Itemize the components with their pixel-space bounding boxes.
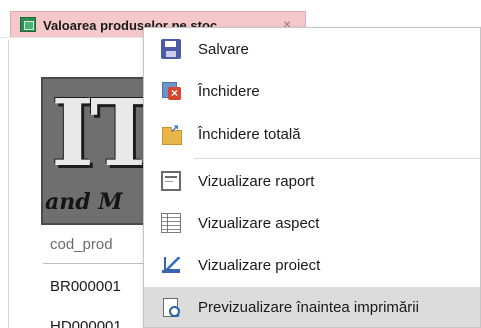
menu-separator xyxy=(194,158,480,159)
company-logo: IT and M xyxy=(41,77,151,225)
report-icon xyxy=(20,17,36,32)
layout-view-icon xyxy=(161,213,181,233)
header-separator xyxy=(43,263,153,264)
logo-main-text: IT xyxy=(51,79,151,187)
menu-item-label: Vizualizare raport xyxy=(198,173,315,190)
menu-item-report-view[interactable]: Vizualizare raport xyxy=(144,161,480,201)
menu-item-label: Previzualizare înaintea imprimării xyxy=(198,299,419,316)
report-border xyxy=(8,40,9,328)
logo-sub-text: and M xyxy=(45,189,123,215)
menu-item-label: Vizualizare aspect xyxy=(198,215,320,232)
menu-item-close[interactable]: Închidere xyxy=(144,71,480,111)
menu-item-design-view[interactable]: Vizualizare proiect xyxy=(144,245,480,285)
design-view-icon xyxy=(161,255,181,275)
menu-item-save[interactable]: Salvare xyxy=(144,29,480,69)
table-cell: BR000001 xyxy=(50,278,121,295)
close-doc-icon xyxy=(161,81,181,101)
print-preview-icon xyxy=(161,297,181,317)
menu-item-label: Salvare xyxy=(198,41,249,58)
menu-item-label: Închidere xyxy=(198,83,260,100)
table-cell: HD000001 xyxy=(50,318,122,328)
context-menu: Salvare Închidere ↗ Închidere totală Viz… xyxy=(143,27,481,328)
menu-item-layout-view[interactable]: Vizualizare aspect xyxy=(144,203,480,243)
menu-item-close-all[interactable]: ↗ Închidere totală xyxy=(144,114,480,154)
menu-item-label: Vizualizare proiect xyxy=(198,257,321,274)
save-icon xyxy=(161,39,181,59)
column-header-cod-prod: cod_prod xyxy=(50,236,113,253)
close-all-icon: ↗ xyxy=(161,123,182,145)
report-view-icon xyxy=(161,171,181,191)
menu-item-print-preview[interactable]: Previzualizare înaintea imprimării xyxy=(144,287,480,327)
menu-item-label: Închidere totală xyxy=(198,126,301,143)
